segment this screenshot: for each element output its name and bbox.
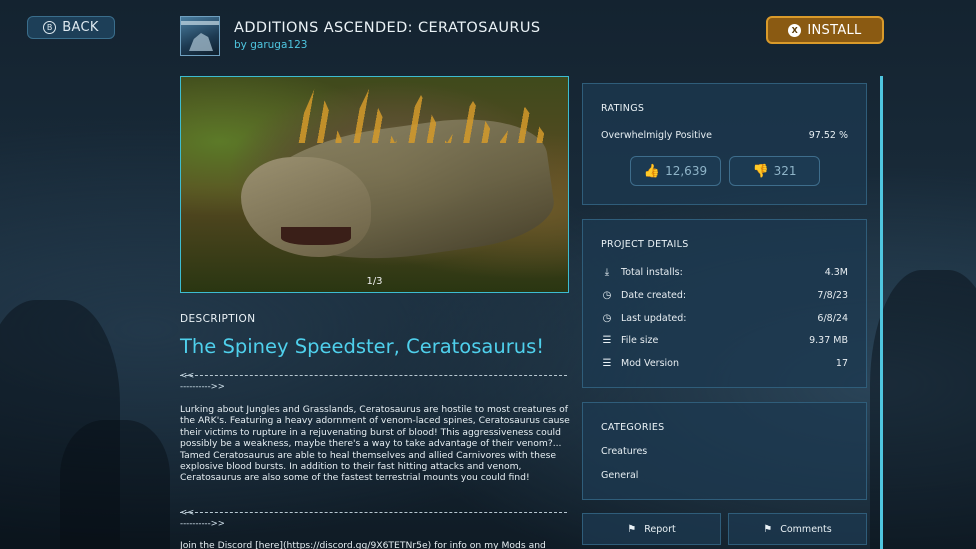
report-button[interactable]: ⚑ Report <box>582 513 721 545</box>
downvote-button[interactable]: 👎 321 <box>729 156 820 186</box>
report-label: Report <box>644 523 676 535</box>
detail-row-file-size: ☰ File size 9.37 MB <box>602 334 848 346</box>
description-heading: DESCRIPTION <box>180 313 256 325</box>
divider: << ---------->> <box>180 508 567 530</box>
screenshot-gallery[interactable]: 1/3 <box>180 76 569 293</box>
ratings-heading: RATINGS <box>601 103 645 114</box>
flag-icon: ⚑ <box>627 523 637 535</box>
image-counter: 1/3 <box>366 276 383 287</box>
scrollbar[interactable] <box>880 76 883 549</box>
clock-icon: ◷ <box>602 289 612 301</box>
description-body: Lurking about Jungles and Grasslands, Ce… <box>180 404 570 484</box>
thumbs-down-icon: 👎 <box>752 163 769 179</box>
project-details-heading: PROJECT DETAILS <box>601 239 689 250</box>
page-title: ADDITIONS ASCENDED: CERATOSAURUS <box>234 20 541 36</box>
description-title: The Spiney Speedster, Ceratosaurus! <box>180 335 545 358</box>
background-silhouette <box>60 420 170 549</box>
detail-row-date-created: ◷ Date created: 7/8/23 <box>602 289 848 301</box>
b-button-icon: B <box>43 21 57 34</box>
background-silhouette <box>870 270 976 549</box>
detail-row-total-installs: ⤓ Total installs: 4.3M <box>601 265 848 279</box>
thumbs-up-icon: 👍 <box>643 163 661 179</box>
discord-link-text[interactable]: Join the Discord [here](https://discord.… <box>180 540 570 549</box>
clock-icon: ◷ <box>602 312 612 324</box>
mod-author[interactable]: by garuga123 <box>234 39 307 51</box>
install-label: INSTALL <box>807 22 862 38</box>
project-details-panel: PROJECT DETAILS ⤓ Total installs: 4.3M ◷… <box>582 219 867 388</box>
storage-icon: ☰ <box>602 357 612 369</box>
rating-percent: 97.52 % <box>808 130 848 141</box>
comments-label: Comments <box>780 523 832 535</box>
download-icon: ⤓ <box>604 266 610 278</box>
category-item[interactable]: General <box>601 470 638 481</box>
upvote-button[interactable]: 👍 12,639 <box>630 156 721 186</box>
category-item[interactable]: Creatures <box>601 446 647 457</box>
categories-panel: CATEGORIES Creatures General <box>582 402 867 500</box>
detail-row-mod-version: ☰ Mod Version 17 <box>602 357 848 369</box>
mod-thumbnail <box>180 16 220 56</box>
back-button[interactable]: B BACK <box>27 16 115 39</box>
storage-icon: ☰ <box>602 334 612 346</box>
divider: << ---------->> <box>180 371 567 393</box>
x-button-icon: X <box>788 23 802 37</box>
rating-summary: Overwhelmigly Positive <box>601 130 712 141</box>
categories-heading: CATEGORIES <box>601 422 665 433</box>
downvote-count: 321 <box>773 164 797 178</box>
flag-icon: ⚑ <box>763 523 773 535</box>
upvote-count: 12,639 <box>665 164 708 178</box>
comments-button[interactable]: ⚑ Comments <box>728 513 867 545</box>
install-button[interactable]: X INSTALL <box>766 16 884 44</box>
ratings-panel: RATINGS Overwhelmigly Positive 97.52 % 👍… <box>582 83 867 205</box>
back-label: BACK <box>62 20 99 35</box>
detail-row-last-updated: ◷ Last updated: 6/8/24 <box>602 312 848 324</box>
